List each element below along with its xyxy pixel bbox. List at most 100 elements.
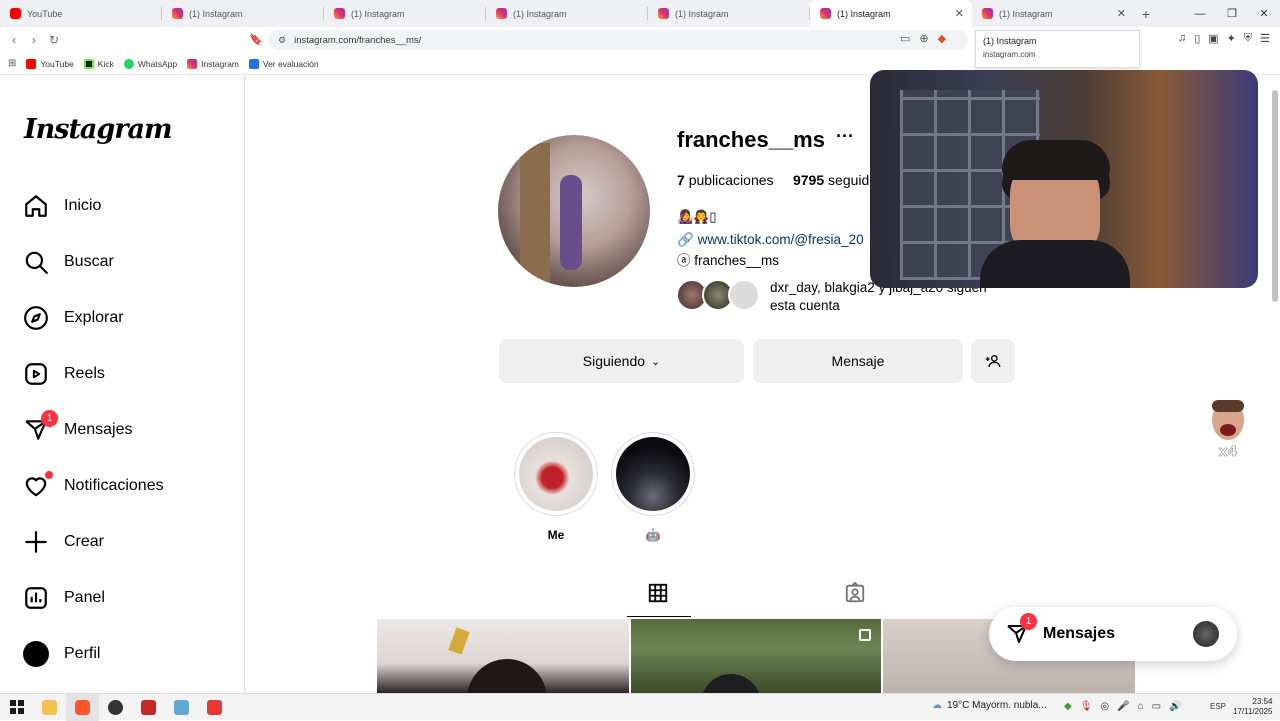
sidebar-item-panel[interactable]: Panel	[22, 584, 105, 612]
display-icon[interactable]: ▭	[1152, 701, 1161, 712]
bookmark-item[interactable]: WhatsApp	[123, 58, 177, 69]
recording-app-icon[interactable]	[198, 694, 231, 721]
sidebar-item-reels[interactable]: Reels	[22, 360, 105, 388]
browser-tab[interactable]: (1) Instagram	[648, 0, 810, 27]
threads-icon: ⓐ	[677, 253, 691, 268]
instagram-icon	[187, 58, 198, 69]
sidebar-item-notificaciones[interactable]: Notificaciones	[22, 471, 164, 500]
weather-widget[interactable]: ☁ 19°C Mayorm. nubla...	[932, 700, 1047, 711]
vpn-tray-icon[interactable]: ◎	[1100, 701, 1109, 712]
bookmark-item[interactable]: Instagram	[187, 58, 239, 69]
reaction-sticker: x4	[1206, 398, 1250, 460]
leo-ai-icon[interactable]: ✦	[1227, 32, 1236, 45]
messages-floating-button[interactable]: 1 Mensajes	[989, 607, 1237, 661]
url-text[interactable]: instagram.com/franches__ms/	[294, 35, 421, 46]
language-indicator[interactable]: ESP	[1210, 702, 1226, 711]
cast-icon[interactable]: ▭	[900, 32, 910, 45]
story-highlight[interactable]: 🤖	[611, 432, 695, 542]
site-info-icon[interactable]: ⚙	[278, 35, 286, 46]
browser-tab[interactable]: (1) Instagram	[486, 0, 648, 27]
maximize-icon[interactable]: ❐	[1216, 7, 1248, 20]
sidebar-item-crear[interactable]: Crear	[22, 528, 104, 556]
microphone-icon[interactable]: 🎙	[1080, 701, 1093, 712]
menu-icon[interactable]: ☰	[1260, 32, 1270, 45]
chevron-down-icon: ⌄	[651, 355, 661, 368]
apps-grid-icon[interactable]: ⊞	[8, 58, 16, 69]
bookmark-icon[interactable]: 🔖	[249, 33, 263, 46]
youtube-icon	[10, 8, 21, 19]
browser-tab[interactable]: (1) Instagram	[162, 0, 324, 27]
profile-username: franches__ms	[677, 127, 825, 152]
browser-tab-active[interactable]: (1) Instagram ✕	[810, 0, 972, 27]
reels-icon	[22, 360, 50, 388]
add-user-icon	[985, 355, 1001, 368]
bookmark-item[interactable]: YouTube	[26, 58, 74, 69]
followers-count[interactable]: 9795	[793, 172, 824, 188]
posts-label: publicaciones	[688, 172, 774, 188]
network-icon[interactable]: ⌂	[1138, 701, 1144, 712]
webcam-overlay	[870, 70, 1258, 288]
post-thumbnail[interactable]	[377, 619, 629, 693]
threads-link[interactable]: ⓐ franches__ms	[677, 249, 779, 269]
vpn-icon[interactable]: ⛨	[1244, 32, 1252, 45]
link-icon: 🔗	[677, 232, 694, 247]
avatar	[1193, 621, 1219, 647]
instagram-icon	[334, 8, 345, 19]
windows-start-icon[interactable]	[0, 694, 33, 721]
scrollbar-thumb[interactable]	[1272, 90, 1278, 302]
profile-avatar-large[interactable]	[498, 135, 650, 287]
instagram-icon	[820, 8, 831, 19]
more-options-icon[interactable]: ···	[836, 126, 854, 147]
multiple-photos-icon	[859, 629, 871, 641]
brave-icon[interactable]	[66, 693, 99, 721]
following-button[interactable]: Siguiendo ⌄	[499, 339, 744, 383]
sidebar-item-perfil[interactable]: Perfil	[22, 640, 100, 668]
story-highlight[interactable]: Me	[514, 432, 598, 542]
bookmark-item[interactable]: Kick	[83, 58, 114, 69]
followed-by-avatars[interactable]	[676, 279, 760, 311]
sidebar-item-explorar[interactable]: Explorar	[22, 304, 124, 332]
messenger-icon: 1	[22, 410, 58, 444]
forward-icon[interactable]: ›	[24, 33, 44, 47]
browser-tab[interactable]: (1) Instagram ✕	[972, 0, 1134, 27]
browser-tab[interactable]: YouTube	[0, 0, 162, 27]
instagram-logo[interactable]: Instagram	[24, 114, 173, 145]
back-icon[interactable]: ‹	[4, 33, 24, 47]
close-window-icon[interactable]: ✕	[1248, 7, 1280, 20]
app-icon[interactable]	[165, 694, 198, 721]
reload-icon[interactable]: ↻	[44, 33, 64, 47]
tab-tooltip: (1) Instagram instagram.com	[975, 30, 1140, 68]
add-user-button[interactable]	[971, 339, 1015, 383]
obs-icon[interactable]	[99, 694, 132, 721]
message-button[interactable]: Mensaje	[753, 339, 963, 383]
close-tab-icon[interactable]: ✕	[955, 7, 964, 20]
page-scrollbar[interactable]	[1270, 76, 1280, 693]
browser-tab[interactable]: (1) Instagram	[324, 0, 486, 27]
sidebar-toggle-icon[interactable]: ▯	[1194, 32, 1200, 45]
system-clock[interactable]: 23:54 17/11/2025	[1233, 697, 1272, 717]
tagged-icon	[845, 581, 865, 603]
post-thumbnail[interactable]	[631, 619, 881, 693]
bookmark-item[interactable]: Ver evaluación	[248, 58, 319, 69]
video-app-icon[interactable]	[132, 694, 165, 721]
toolbar-right-icons: ♫ ▯ ▣ ✦ ⛨ ☰	[1178, 32, 1270, 45]
wallet-icon[interactable]: ▣	[1208, 32, 1218, 45]
tray-mic-icon[interactable]: 🎤	[1117, 701, 1129, 712]
tab-posts[interactable]	[647, 582, 669, 610]
sidebar-item-mensajes[interactable]: 1 Mensajes	[22, 410, 132, 444]
close-tab-icon[interactable]: ✕	[1117, 7, 1126, 20]
file-explorer-icon[interactable]	[33, 694, 66, 721]
new-tab-button[interactable]: +	[1134, 6, 1158, 22]
volume-icon[interactable]: 🔊	[1169, 701, 1181, 712]
bio-link[interactable]: 🔗 www.tiktok.com/@fresia_20	[677, 232, 864, 248]
brave-shield-icon[interactable]: ◆	[938, 32, 946, 45]
minimize-icon[interactable]: —	[1184, 8, 1216, 20]
sidebar-item-inicio[interactable]: Inicio	[22, 192, 101, 220]
zoom-icon[interactable]: ⊕	[919, 32, 928, 45]
system-tray: ◆ 🎙 ◎ 🎤 ⌂ ▭ 🔊	[1064, 701, 1182, 712]
media-icon[interactable]: ♫	[1178, 32, 1186, 45]
sidebar-item-buscar[interactable]: Buscar	[22, 248, 114, 276]
address-bar[interactable]: ⚙ instagram.com/franches__ms/	[268, 30, 968, 50]
tab-tagged[interactable]	[844, 581, 866, 610]
tray-app-icon[interactable]: ◆	[1064, 701, 1072, 712]
